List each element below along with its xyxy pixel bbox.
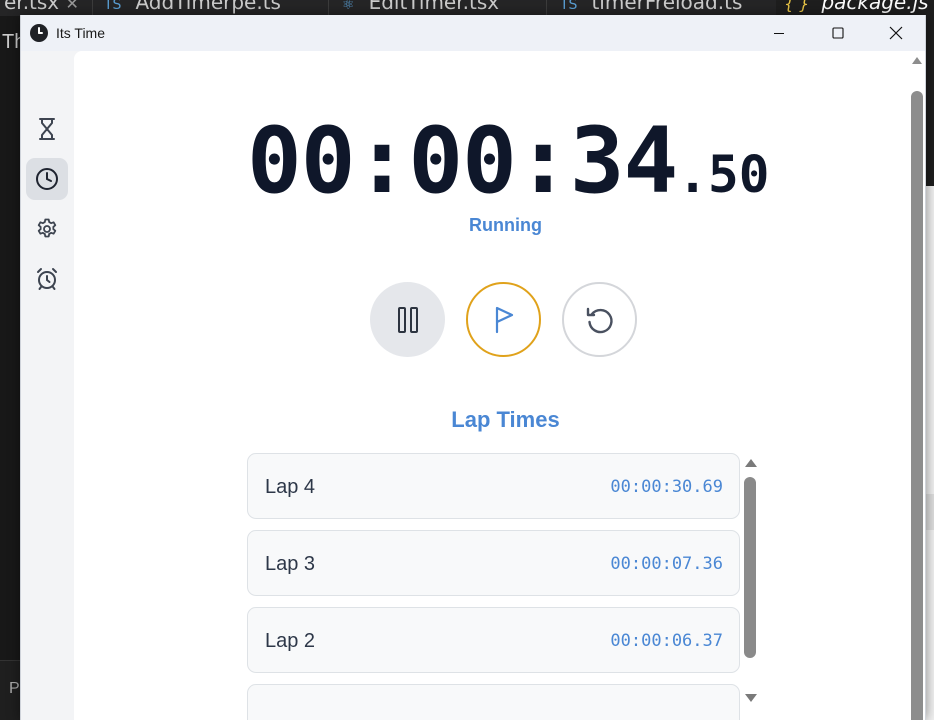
scroll-up-arrow-icon[interactable] [912,57,922,64]
sidebar-item-stopwatch[interactable] [26,158,68,200]
elapsed-time-display: 00:00:34.50 [247,109,769,214]
tab-divider [328,0,329,16]
scrollbar-thumb[interactable] [744,477,756,658]
typescript-file-icon: TS [560,0,578,13]
tab-divider [546,0,547,16]
editor-tab-2[interactable]: ⚛ EditTimer.tsx [342,0,499,16]
reset-button[interactable] [562,282,637,357]
editor-right-highlight [925,494,934,530]
editor-tab-3[interactable]: TS timerFreload.ts [560,0,742,16]
sidebar-item-settings[interactable] [26,208,68,250]
sidebar-nav [21,51,74,720]
lap-time: 00:00:07.36 [610,554,723,574]
react-file-icon: ⚛ [342,0,355,13]
typescript-file-icon: TS [104,0,122,13]
status-label: Running [469,215,542,235]
editor-tab-label: er.tsx [4,0,60,14]
pause-button[interactable] [370,282,445,357]
editor-tab-bar: er.tsx ✕ TS AddTimerpe.ts ⚛ EditTimer.tsx … [0,0,934,16]
alarm-clock-icon [37,268,57,290]
editor-tab-label: package.js [821,0,929,14]
window-scrollbar[interactable] [910,51,925,720]
flag-icon [495,306,513,333]
maximize-icon [832,27,844,39]
sidebar-item-timer[interactable] [26,108,68,150]
stopwatch-panel: 00:00:34.50 Running Lap Times Lap 4 00:0… [74,51,910,720]
editor-left-panel [0,16,20,720]
lap-item: Lap 2 00:00:06.37 [247,607,740,673]
pause-icon [397,306,418,333]
lap-label: Lap 2 [265,630,316,652]
sidebar-item-alarm[interactable] [26,258,68,300]
lap-list[interactable]: Lap 4 00:00:30.69 Lap 3 00:00:07.36 Lap … [247,453,741,720]
close-button[interactable] [867,15,925,51]
json-file-icon: { } [784,0,810,13]
editor-right-panel [925,16,934,720]
tab-divider [92,0,93,16]
lap-times-heading: Lap Times [451,407,560,432]
editor-left-bottom-text: P [9,680,20,697]
lap-label: Lap 4 [265,476,316,498]
editor-tab-label: timerFreload.ts [591,0,743,14]
lap-label: Lap 3 [265,553,316,575]
scroll-down-arrow-icon[interactable] [745,694,757,702]
lap-time: 00:00:06.37 [610,631,723,651]
clock-icon [36,168,58,190]
window-title: Its Time [56,25,106,41]
editor-right-dark-area [925,16,934,186]
app-window: Its Time 00:00:34.50 Running Lap Times L… [20,15,926,720]
editor-tab-1[interactable]: TS AddTimerpe.ts [104,0,281,16]
editor-tab-4[interactable]: { } package.js [776,0,934,16]
close-icon [889,26,903,40]
title-bar[interactable]: Its Time [21,15,925,51]
maximize-button[interactable] [809,15,867,51]
gear-icon [37,218,57,238]
lap-time: 00:00:30.69 [610,477,723,497]
lap-button[interactable] [466,282,541,357]
scroll-up-arrow-icon[interactable] [745,459,757,467]
editor-tab-label: AddTimerpe.ts [135,0,281,14]
lap-list-scrollbar[interactable] [743,453,757,720]
reset-icon [586,307,613,333]
lap-item [247,684,740,720]
hourglass-icon [39,118,55,140]
scrollbar-thumb[interactable] [911,91,923,720]
app-clock-icon [30,24,48,42]
lap-item: Lap 3 00:00:07.36 [247,530,740,596]
minimize-icon [774,33,784,34]
close-icon[interactable]: ✕ [66,0,79,13]
elapsed-time-fraction: .50 [677,146,770,205]
minimize-button[interactable] [750,15,808,51]
editor-tab-label: EditTimer.tsx [368,0,500,14]
editor-tab-0[interactable]: er.tsx ✕ [4,0,79,16]
lap-item: Lap 4 00:00:30.69 [247,453,740,519]
elapsed-time-main: 00:00:34 [247,109,678,214]
